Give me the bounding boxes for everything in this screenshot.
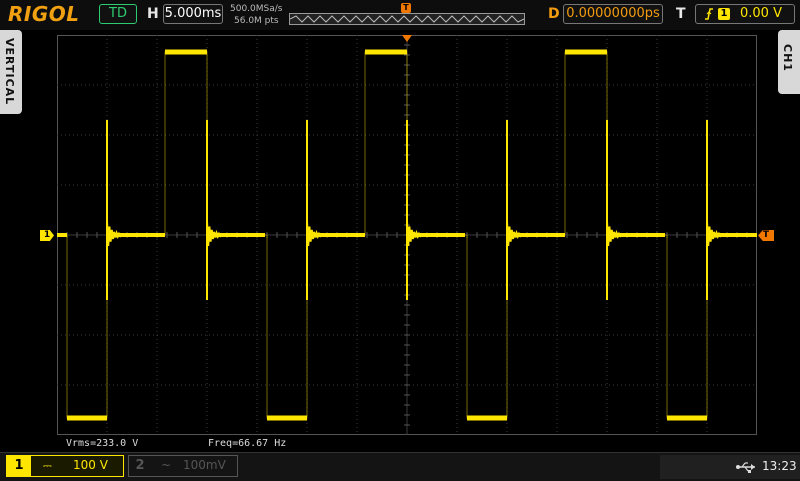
trigger-position-marker[interactable]: T: [401, 3, 411, 13]
run-mode-label: TD: [109, 6, 127, 21]
timebase-value: 5.000ms: [164, 6, 222, 21]
trigger-level-value: 0.00 V: [740, 6, 782, 21]
memory-waveform-preview: [290, 15, 524, 23]
ch1-ground-marker-label: 1: [43, 230, 51, 240]
waveform-display[interactable]: [56, 34, 800, 436]
vertical-side-label: VERTICAL: [3, 38, 16, 106]
dc-coupling-icon: ⎓: [43, 459, 52, 472]
channel-2-number: 2: [135, 458, 145, 473]
trigger-source-badge: 1: [718, 8, 730, 20]
delay-value: 0.00000000ps: [566, 6, 660, 21]
vrms-measurement: Vrms=233.0 V: [66, 438, 139, 449]
run-mode-indicator[interactable]: TD: [99, 4, 137, 24]
channel-2-tab[interactable]: 2 ~ 100mV: [128, 455, 238, 477]
trigger-level-marker-label: T: [762, 230, 770, 240]
channel-1-number: 1: [7, 456, 31, 476]
sample-rate: 500.0MSa/s: [230, 4, 283, 14]
ch1-ground-marker[interactable]: 1: [40, 230, 54, 241]
ch1-side-label: CH1: [781, 44, 794, 72]
top-status-bar: RIGOL TD H 5.000ms 500.0MSa/s 56.0M pts …: [0, 0, 800, 30]
system-clock: 13:23: [762, 459, 797, 473]
trigger-time-marker: [402, 35, 412, 42]
channel-1-scale: 100 V: [73, 458, 108, 472]
trigger-level-marker[interactable]: T: [758, 230, 774, 241]
ac-coupling-icon: ~: [161, 458, 172, 472]
usb-icon: [736, 462, 755, 473]
waveform-svg: [56, 34, 800, 436]
trigger-position-label: T: [403, 3, 409, 12]
frequency-measurement: Freq=66.67 Hz: [208, 438, 287, 449]
trigger-label: T: [676, 6, 686, 22]
rigol-logo: RIGOL: [8, 2, 80, 26]
channel-1-tab[interactable]: 1 ⎓ 100 V: [6, 455, 124, 477]
system-status-panel: 13:23: [660, 455, 800, 479]
memory-overview-bar[interactable]: [289, 13, 525, 25]
rising-edge-icon: [705, 8, 713, 20]
channel-2-scale: 100mV: [183, 458, 226, 472]
vertical-side-tab[interactable]: VERTICAL: [0, 30, 22, 114]
ch1-side-tab[interactable]: CH1: [778, 30, 800, 94]
memory-depth: 56.0M pts: [234, 16, 279, 26]
horizontal-label: H: [147, 6, 159, 22]
delay-field[interactable]: 0.00000000ps: [563, 4, 663, 24]
timebase-field[interactable]: 5.000ms: [163, 4, 223, 24]
trigger-field[interactable]: 1 0.00 V: [695, 4, 795, 24]
delay-label: D: [548, 6, 560, 22]
